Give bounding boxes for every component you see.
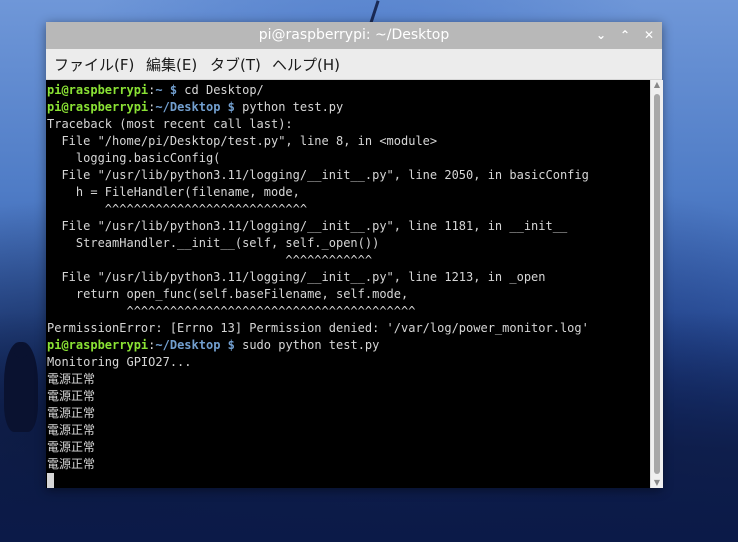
terminal-output-line: h = FileHandler(filename, mode, (47, 185, 300, 199)
terminal-cursor-line (47, 473, 589, 488)
text-cursor (47, 473, 54, 488)
menu-tabs[interactable]: タブ(T) (210, 54, 261, 75)
title-bar[interactable]: pi@raspberrypi: ~/Desktop ⌄ ⌃ ✕ (46, 22, 662, 49)
terminal-output-line: 電源正常 (47, 457, 96, 471)
menu-help[interactable]: ヘルプ(H) (272, 54, 340, 75)
terminal-lines: pi@raspberrypi:~ $ cd Desktop/pi@raspber… (47, 82, 589, 488)
prompt-user: pi@raspberrypi (47, 83, 149, 97)
terminal-output-line: ^^^^^^^^^^^^^^^^^^^^^^^^^^^^^^^^^^^^^^^^ (47, 304, 416, 318)
terminal-output-line: PermissionError: [Errno 13] Permission d… (47, 321, 589, 335)
terminal-output-line: logging.basicConfig( (47, 151, 221, 165)
prompt-user: pi@raspberrypi (47, 338, 149, 352)
terminal-output-line: 電源正常 (47, 423, 96, 437)
terminal-output-line: File "/usr/lib/python3.11/logging/__init… (47, 219, 568, 233)
scroll-down-icon[interactable]: ▼ (651, 478, 663, 488)
terminal-output-line: File "/home/pi/Desktop/test.py", line 8,… (47, 134, 438, 148)
vertical-scrollbar[interactable]: ▲ ▼ (650, 80, 663, 488)
terminal-output-line: 電源正常 (47, 440, 96, 454)
terminal-prompt-line: pi@raspberrypi:~/Desktop $ python test.p… (47, 99, 589, 116)
scrollbar-thumb[interactable] (654, 94, 660, 474)
prompt-user: pi@raspberrypi (47, 100, 149, 114)
menu-edit[interactable]: 編集(E) (146, 54, 197, 75)
terminal-output-line: 電源正常 (47, 389, 96, 403)
terminal-output-line: ^^^^^^^^^^^^ (47, 253, 373, 267)
terminal-output[interactable]: pi@raspberrypi:~ $ cd Desktop/pi@raspber… (46, 80, 650, 488)
terminal-output-line: StreamHandler.__init__(self, self._open(… (47, 236, 380, 250)
prompt-command: sudo python test.py (234, 338, 380, 352)
prompt-directory: ~/Desktop $ (155, 338, 235, 352)
background-bird-head (14, 344, 28, 358)
prompt-directory: ~ $ (155, 83, 178, 97)
terminal-output-line: Traceback (most recent call last): (47, 117, 293, 131)
window-title: pi@raspberrypi: ~/Desktop (258, 27, 450, 43)
minimize-icon[interactable]: ⌄ (591, 25, 611, 45)
terminal-prompt-line: pi@raspberrypi:~ $ cd Desktop/ (47, 82, 589, 99)
terminal-prompt-line: pi@raspberrypi:~/Desktop $ sudo python t… (47, 337, 589, 354)
maximize-icon[interactable]: ⌃ (615, 25, 635, 45)
terminal-output-line: return open_func(self.baseFilename, self… (47, 287, 409, 301)
terminal-output-line: File "/usr/lib/python3.11/logging/__init… (47, 270, 546, 284)
terminal-output-line: Monitoring GPIO27... (47, 355, 192, 369)
terminal-output-line: File "/usr/lib/python3.11/logging/__init… (47, 168, 589, 182)
prompt-command: python test.py (234, 100, 344, 114)
menu-file[interactable]: ファイル(F) (54, 54, 134, 75)
terminal-window: pi@raspberrypi: ~/Desktop ⌄ ⌃ ✕ ファイル(F) … (46, 22, 663, 488)
prompt-directory: ~/Desktop $ (155, 100, 235, 114)
menu-bar: ファイル(F) 編集(E) タブ(T) ヘルプ(H) (46, 49, 662, 80)
terminal-output-line: ^^^^^^^^^^^^^^^^^^^^^^^^^^^^ (47, 202, 308, 216)
scroll-up-icon[interactable]: ▲ (651, 80, 663, 90)
terminal-output-line: 電源正常 (47, 406, 96, 420)
close-icon[interactable]: ✕ (639, 25, 659, 45)
prompt-command: cd Desktop/ (177, 83, 264, 97)
terminal-output-line: 電源正常 (47, 372, 96, 386)
